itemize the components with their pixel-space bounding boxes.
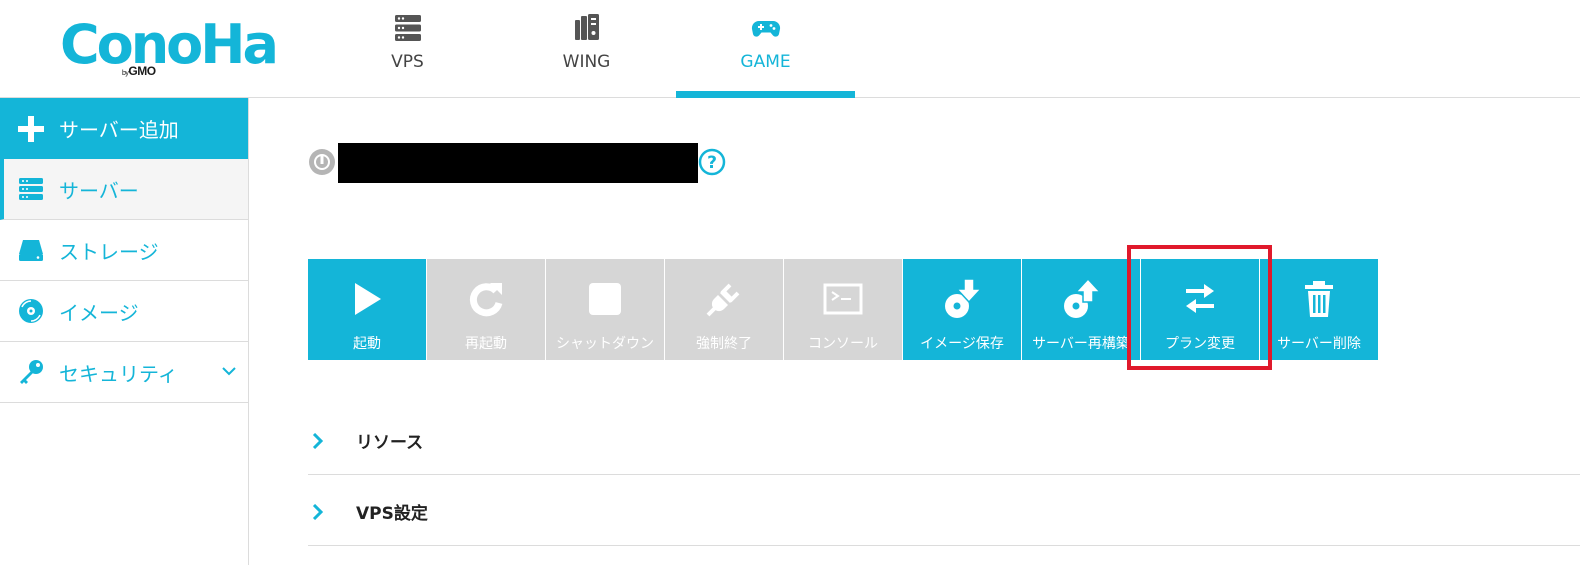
tab-vps-label: VPS [391, 52, 424, 72]
tab-wing[interactable]: WING [497, 0, 676, 98]
section-title: VPS設定 [356, 504, 428, 524]
rebuild-server-button[interactable]: サーバー再構築 [1022, 259, 1140, 360]
shutdown-button[interactable]: シャットダウン [546, 259, 664, 360]
sidebar-item-image[interactable]: イメージ [0, 281, 248, 342]
add-server-label: サーバー追加 [59, 118, 179, 142]
server-name [338, 143, 698, 183]
rebuild-server-label: サーバー再構築 [1032, 336, 1130, 352]
svg-text:?: ? [707, 153, 717, 173]
console-icon [823, 283, 863, 315]
save-image-button[interactable]: イメージ保存 [903, 259, 1021, 360]
power-icon [309, 149, 335, 175]
chevron-right-icon [312, 504, 324, 520]
wing-icon [574, 14, 599, 40]
start-label: 起動 [353, 336, 381, 352]
play-icon [355, 283, 381, 315]
sidebar-item-label: イメージ [59, 300, 139, 325]
help-icon[interactable]: ? [698, 148, 726, 176]
change-plan-button[interactable]: プラン変更 [1141, 259, 1259, 360]
header: ConoHa byGMO VPS WING GAME [0, 0, 1580, 98]
trash-icon [1305, 281, 1333, 317]
plus-icon [18, 115, 44, 142]
shutdown-label: シャットダウン [556, 336, 654, 352]
add-server-button[interactable]: サーバー追加 [0, 98, 248, 159]
section-vps-settings[interactable]: VPS設定 [308, 475, 1580, 546]
restart-icon [469, 283, 503, 317]
delete-server-label: サーバー削除 [1277, 336, 1361, 352]
logo-sub-name: GMO [128, 64, 156, 78]
action-toolbar: 起動 再起動 シャットダウン 強制終了 コンソール イメージ保存 サーバー再構築… [308, 259, 1379, 360]
chevron-down-icon[interactable] [222, 366, 236, 376]
disc-icon [19, 299, 43, 323]
force-stop-label: 強制終了 [696, 336, 752, 352]
sidebar-item-storage[interactable]: ストレージ [0, 220, 248, 281]
top-nav: VPS WING GAME [318, 0, 855, 98]
console-label: コンソール [808, 336, 878, 352]
delete-server-button[interactable]: サーバー削除 [1260, 259, 1378, 360]
tab-wing-label: WING [562, 52, 611, 72]
sidebar-item-label: サーバー [59, 178, 139, 203]
swap-arrows-icon [1186, 284, 1214, 313]
rebuild-icon [1064, 279, 1101, 318]
logo-text: ConoHa [60, 13, 279, 76]
plug-icon [706, 283, 740, 317]
sidebar-item-label: ストレージ [59, 239, 159, 264]
gamepad-icon [751, 20, 780, 37]
conoha-logo[interactable]: ConoHa byGMO [60, 14, 279, 79]
change-plan-label: プラン変更 [1165, 336, 1235, 352]
tab-game[interactable]: GAME [676, 0, 855, 98]
server-rack-icon [394, 15, 421, 41]
force-stop-button[interactable]: 強制終了 [665, 259, 783, 360]
restart-button[interactable]: 再起動 [427, 259, 545, 360]
storage-icon [19, 240, 43, 261]
tab-vps[interactable]: VPS [318, 0, 497, 98]
server-icon [19, 178, 43, 200]
sidebar-item-label: セキュリティ [59, 361, 178, 386]
image-save-icon [945, 279, 982, 318]
sidebar: サーバー追加 サーバー ストレージ イメージ セキュリティ [0, 98, 249, 565]
tab-game-label: GAME [740, 52, 791, 72]
console-button[interactable]: コンソール [784, 259, 902, 360]
save-image-label: イメージ保存 [920, 336, 1004, 352]
sidebar-item-server[interactable]: サーバー [0, 159, 248, 220]
stop-icon [589, 283, 621, 315]
chevron-right-icon [312, 433, 324, 449]
sidebar-item-security[interactable]: セキュリティ [0, 342, 248, 403]
logo-sub: byGMO [122, 64, 156, 78]
start-button[interactable]: 起動 [308, 259, 426, 360]
section-title: リソース [356, 433, 424, 453]
restart-label: 再起動 [465, 336, 507, 352]
section-resources[interactable]: リソース [308, 404, 1580, 475]
key-icon [20, 360, 43, 384]
